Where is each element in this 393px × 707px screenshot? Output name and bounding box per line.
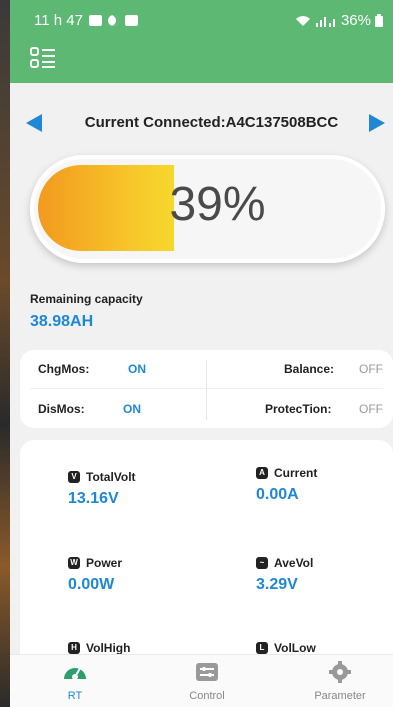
current-icon: A (256, 467, 268, 479)
battery-percent: 39% (169, 178, 266, 231)
tab-parameter[interactable]: Parameter (290, 661, 390, 702)
vol-low-label: VolLow (274, 641, 316, 655)
tab-rt[interactable]: RT (25, 661, 125, 702)
menu-list-icon[interactable] (30, 46, 56, 70)
gear-icon (329, 661, 351, 683)
app-screen: 11 h 47 36% Current Connected:A4C137508B… (10, 0, 393, 707)
background-app-edge (0, 0, 10, 707)
vol-low-metric: L VolLow (256, 641, 316, 655)
status-bar-left: 11 h 47 (34, 12, 138, 29)
power-icon: W (68, 557, 80, 569)
total-volt-metric: V TotalVolt 13.16V (68, 470, 136, 508)
chgmos-value: ON (128, 362, 146, 376)
ave-vol-metric: ~ AveVol 3.29V (256, 556, 313, 594)
device-navigator: Current Connected:A4C137508BCC (10, 112, 393, 136)
balance-value: OFF (359, 362, 383, 376)
vol-high-label: VolHigh (86, 641, 131, 655)
gallery-notification-icon (88, 15, 102, 26)
ave-vol-value: 3.29V (256, 576, 298, 593)
current-metric: A Current 0.00A (256, 466, 317, 504)
signal-icon (315, 16, 335, 27)
power-value: 0.00W (68, 576, 115, 593)
current-connected-label: Current Connected:A4C137508BCC (84, 114, 339, 131)
next-device-arrow-icon[interactable] (369, 114, 385, 132)
power-label: Power (86, 556, 123, 570)
status-time: 11 h 47 (34, 12, 83, 29)
divider (30, 388, 383, 389)
tab-parameter-label: Parameter (314, 690, 366, 702)
do-not-disturb-icon (107, 15, 119, 26)
voltage-high-icon: H (68, 642, 80, 654)
dismos-value: ON (123, 402, 141, 416)
protection-label: ProtecTion: (265, 402, 332, 416)
sliders-icon (196, 663, 218, 681)
voltage-icon: V (68, 471, 80, 483)
voltage-low-icon: L (256, 642, 268, 654)
current-label: Current (274, 466, 318, 480)
bottom-navigation: RT Control Parameter (10, 654, 393, 707)
balance-label: Balance: (284, 362, 335, 376)
remaining-capacity-value: 38.98AH (30, 313, 94, 330)
tab-control[interactable]: Control (157, 661, 257, 702)
total-volt-label: TotalVolt (86, 470, 136, 484)
vol-high-metric: H VolHigh (68, 641, 130, 655)
power-metric: W Power 0.00W (68, 556, 122, 594)
app-bar: 11 h 47 36% (10, 0, 393, 83)
tab-rt-label: RT (67, 690, 83, 702)
status-bar-right: 36% (295, 12, 383, 29)
dismos-label: DisMos: (38, 402, 85, 416)
chgmos-label: ChgMos: (38, 362, 90, 376)
average-voltage-icon: ~ (256, 557, 268, 569)
battery-gauge: 39% (30, 155, 385, 263)
mos-status-card: ChgMos: ON DisMos: ON Balance: OFF Prote… (20, 350, 393, 428)
battery-percent-status: 36% (340, 12, 371, 29)
divider (206, 360, 207, 420)
wifi-icon (295, 15, 310, 26)
total-volt-value: 13.16V (68, 490, 119, 507)
remaining-capacity-label: Remaining capacity (30, 292, 143, 306)
ave-vol-label: AveVol (274, 556, 314, 570)
protection-value: OFF (359, 402, 383, 416)
metrics-card: V TotalVolt 13.16V A Current 0.00A W Power … (20, 440, 393, 670)
youtube-notification-icon (124, 15, 138, 26)
tab-control-label: Control (189, 690, 225, 702)
battery-icon (375, 14, 383, 27)
dashboard-icon (64, 667, 86, 680)
current-value: 0.00A (256, 486, 299, 503)
